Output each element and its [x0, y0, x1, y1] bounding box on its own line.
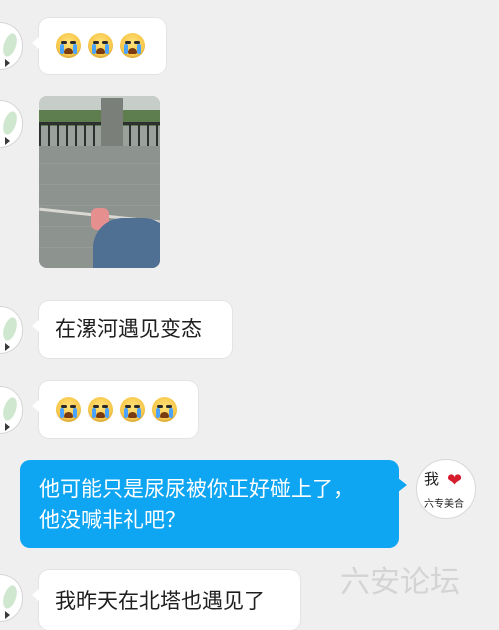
contact-avatar[interactable] [0, 22, 23, 70]
watermark: 六安论坛 [340, 565, 460, 600]
contact-avatar[interactable] [0, 386, 23, 434]
contact-avatar[interactable] [0, 100, 23, 148]
avatar-arrow-icon [5, 343, 10, 351]
crying-face-icon [120, 397, 145, 422]
message-bubble-outgoing[interactable]: 他可能只是尿尿被你正好碰上了， 他没喊非礼吧？ [20, 460, 407, 548]
message-bubble-emoji[interactable] [32, 18, 166, 74]
message-bubble-emoji[interactable] [32, 381, 198, 438]
avatar-text: 我 [424, 470, 440, 488]
message-text-line-2: 他没喊非礼吧？ [39, 508, 186, 532]
message-bubble-text[interactable]: 在漯河遇见变态 [32, 301, 232, 358]
avatar-leaf-icon [0, 395, 20, 423]
photo-railing [39, 122, 160, 147]
avatar-arrow-icon [5, 423, 10, 431]
contact-avatar[interactable] [0, 306, 23, 354]
avatar-leaf-icon [0, 109, 20, 137]
crying-face-icon [152, 397, 177, 422]
photo-pillar [101, 98, 123, 146]
crying-face-icon [88, 33, 113, 58]
avatar-arrow-icon [5, 137, 10, 145]
avatar-subtext: 六专美合 [424, 499, 464, 510]
avatar-arrow-icon [5, 611, 10, 619]
avatar-leaf-icon [0, 583, 20, 611]
crying-face-icon [88, 397, 113, 422]
message-text: 我昨天在北塔也遇见了 [55, 589, 265, 613]
crying-face-icon [56, 33, 81, 58]
message-text: 在漯河遇见变态 [55, 317, 202, 341]
avatar-arrow-icon [5, 59, 10, 67]
message-bubble-text[interactable]: 我昨天在北塔也遇见了 [32, 570, 300, 630]
photo-person [93, 218, 160, 268]
my-avatar[interactable]: 我 ❤ 六专美合 [416, 459, 476, 519]
message-text-line-1: 他可能只是尿尿被你正好碰上了， [39, 477, 354, 501]
avatar-leaf-icon [0, 315, 20, 343]
avatar-leaf-icon [0, 31, 20, 59]
contact-avatar[interactable] [0, 574, 23, 622]
crying-face-icon [120, 33, 145, 58]
message-image[interactable] [39, 96, 160, 268]
crying-face-icon [56, 397, 81, 422]
heart-icon: ❤ [447, 470, 463, 491]
